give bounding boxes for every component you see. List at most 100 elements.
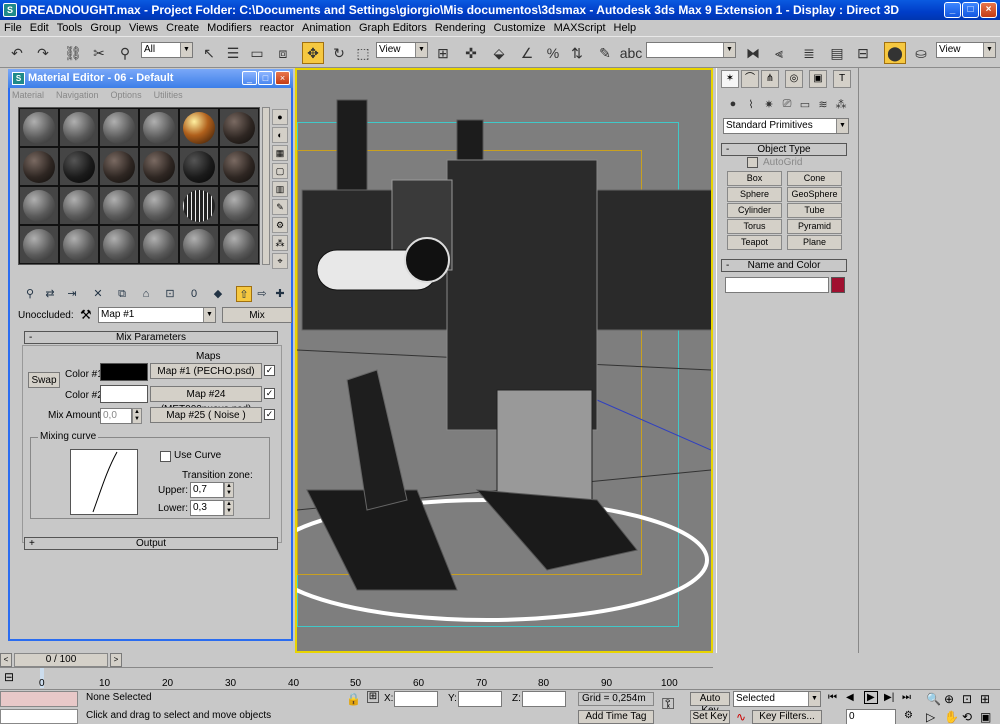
go-to-end-icon[interactable]: ⏭ — [902, 692, 911, 703]
add-time-tag-button[interactable]: Add Time Tag — [578, 710, 654, 724]
current-frame-input[interactable]: 0 — [846, 709, 896, 724]
object-name-input[interactable] — [725, 277, 829, 293]
show-end-result-icon[interactable]: ◆ — [210, 286, 226, 302]
hierarchy-tab-icon[interactable]: ⋔ — [761, 70, 779, 88]
named-selection-icon[interactable]: abc — [620, 42, 643, 64]
material-slot[interactable] — [139, 186, 179, 225]
set-key-button[interactable]: Set Key — [690, 710, 730, 724]
upper-input[interactable]: 0,7 — [190, 482, 224, 498]
go-forward-sibling-icon[interactable]: ⇨ — [254, 286, 270, 302]
map3-button[interactable]: Map #25 ( Noise ) — [150, 407, 262, 423]
material-name-input[interactable]: Map #1 ▼ — [98, 307, 216, 323]
menu-file[interactable]: File — [0, 20, 26, 35]
maxscript-listener[interactable] — [0, 691, 78, 707]
swap-button[interactable]: Swap — [28, 372, 60, 388]
time-slider-prev-icon[interactable]: < — [0, 653, 12, 667]
plane-button[interactable]: Plane — [787, 235, 842, 250]
menu-reactor[interactable]: reactor — [256, 20, 298, 35]
maximize-viewport-icon[interactable]: ▣ — [980, 710, 991, 724]
render-type-combo[interactable]: View ▼ — [936, 42, 996, 58]
lower-input[interactable]: 0,3 — [190, 500, 224, 516]
menu-rendering[interactable]: Rendering — [431, 20, 490, 35]
reference-coordinate-combo[interactable]: View ▼ — [376, 42, 428, 58]
material-slot[interactable] — [19, 225, 59, 264]
schematic-view-icon[interactable]: ⊟ — [852, 42, 874, 64]
default-tangents-icon[interactable]: ∿ — [736, 710, 746, 724]
material-slot[interactable] — [19, 147, 59, 186]
map3-checkbox[interactable]: ✓ — [264, 409, 275, 420]
put-material-icon[interactable]: ⇄ — [42, 286, 58, 302]
percent-snap-icon[interactable]: % — [542, 42, 564, 64]
cone-button[interactable]: Cone — [787, 171, 842, 186]
next-frame-icon[interactable]: ▶| — [884, 692, 894, 703]
material-slot[interactable] — [19, 108, 59, 147]
menu-graph-editors[interactable]: Graph Editors — [355, 20, 431, 35]
menu-views[interactable]: Views — [125, 20, 162, 35]
rectangular-selection-icon[interactable]: ▭ — [246, 42, 268, 64]
z-coordinate-input[interactable] — [522, 691, 566, 707]
x-coordinate-input[interactable] — [394, 691, 438, 707]
menu-utilities[interactable]: Utilities — [154, 90, 183, 100]
key-icon[interactable]: ⚿ — [662, 696, 674, 714]
material-slot[interactable] — [179, 108, 219, 147]
make-preview-icon[interactable]: ✎ — [272, 199, 288, 215]
sphere-button[interactable]: Sphere — [727, 187, 782, 202]
material-slot[interactable] — [59, 225, 99, 264]
put-to-library-icon[interactable]: ⌂ — [138, 286, 154, 302]
key-mode-combo[interactable]: Selected ▼ — [733, 691, 821, 707]
get-material-icon[interactable]: ⚲ — [22, 286, 38, 302]
go-to-start-icon[interactable]: ⏮ — [828, 692, 837, 703]
name-and-color-rollout[interactable]: - Name and Color — [721, 259, 847, 272]
cameras-icon[interactable]: ⎚ — [779, 96, 795, 112]
backlight-icon[interactable]: ◐ — [272, 127, 288, 143]
render-scene-icon[interactable]: ⛀ — [910, 42, 932, 64]
menu-navigation[interactable]: Navigation — [56, 90, 99, 100]
minimize-button[interactable]: _ — [944, 2, 961, 18]
bind-spacewarp-icon[interactable]: ⚲ — [114, 42, 136, 64]
material-slot[interactable] — [179, 186, 219, 225]
menu-create[interactable]: Create — [162, 20, 203, 35]
pick-eyedropper-icon[interactable]: ⚒ — [80, 307, 92, 323]
material-type-button[interactable]: Mix — [222, 307, 292, 323]
material-editor-title-bar[interactable]: S Material Editor - 06 - Default _ □ × — [8, 69, 293, 88]
menu-animation[interactable]: Animation — [298, 20, 355, 35]
align-icon[interactable]: ⫷ — [768, 42, 790, 64]
tube-button[interactable]: Tube — [787, 203, 842, 218]
systems-icon[interactable]: ⁂ — [833, 96, 849, 112]
app-icon[interactable]: S — [3, 3, 17, 17]
minimize-button[interactable]: _ — [242, 71, 257, 85]
material-slot[interactable] — [179, 147, 219, 186]
pivot-center-icon[interactable]: ⊞ — [432, 42, 454, 64]
time-slider-thumb[interactable]: 0 / 100 — [14, 653, 108, 667]
cylinder-button[interactable]: Cylinder — [727, 203, 782, 218]
select-manipulate-icon[interactable]: ✜ — [460, 42, 482, 64]
arc-rotate-icon[interactable]: ⟲ — [962, 710, 972, 724]
window-crossing-icon[interactable]: ⧈ — [272, 42, 294, 64]
material-slot[interactable] — [59, 186, 99, 225]
pyramid-button[interactable]: Pyramid — [787, 219, 842, 234]
field-of-view-icon[interactable]: ▷ — [926, 710, 935, 724]
material-slot[interactable] — [99, 108, 139, 147]
mix-parameters-rollout[interactable]: - Mix Parameters — [24, 331, 278, 344]
select-and-rotate-icon[interactable]: ↻ — [328, 42, 350, 64]
go-to-parent-icon[interactable]: ⇧ — [236, 286, 252, 302]
time-slider[interactable]: < 0 / 100 > — [0, 653, 713, 667]
create-tab-icon[interactable]: ✶ — [721, 70, 739, 88]
absolute-mode-icon[interactable]: ⊞ — [367, 691, 379, 703]
menu-maxscript[interactable]: MAXScript — [550, 20, 610, 35]
spinner-snap-icon[interactable]: ⇅ — [566, 42, 588, 64]
menu-options[interactable]: Options — [111, 90, 142, 100]
sample-type-icon[interactable]: ● — [272, 109, 288, 125]
show-map-icon[interactable]: 0 — [186, 286, 202, 302]
maximize-button[interactable]: □ — [962, 2, 979, 18]
mirror-icon[interactable]: ⧓ — [742, 42, 764, 64]
material-map-navigator-icon[interactable]: ⌖ — [272, 253, 288, 269]
y-coordinate-input[interactable] — [458, 691, 502, 707]
pick-material-icon[interactable]: ✚ — [272, 286, 288, 302]
output-rollout[interactable]: + Output — [24, 537, 278, 550]
unlink-icon[interactable]: ✂ — [88, 42, 110, 64]
material-slot[interactable] — [219, 147, 259, 186]
material-slot[interactable] — [59, 147, 99, 186]
use-curve-checkbox[interactable] — [160, 451, 171, 462]
reset-map-icon[interactable]: ✕ — [90, 286, 106, 302]
